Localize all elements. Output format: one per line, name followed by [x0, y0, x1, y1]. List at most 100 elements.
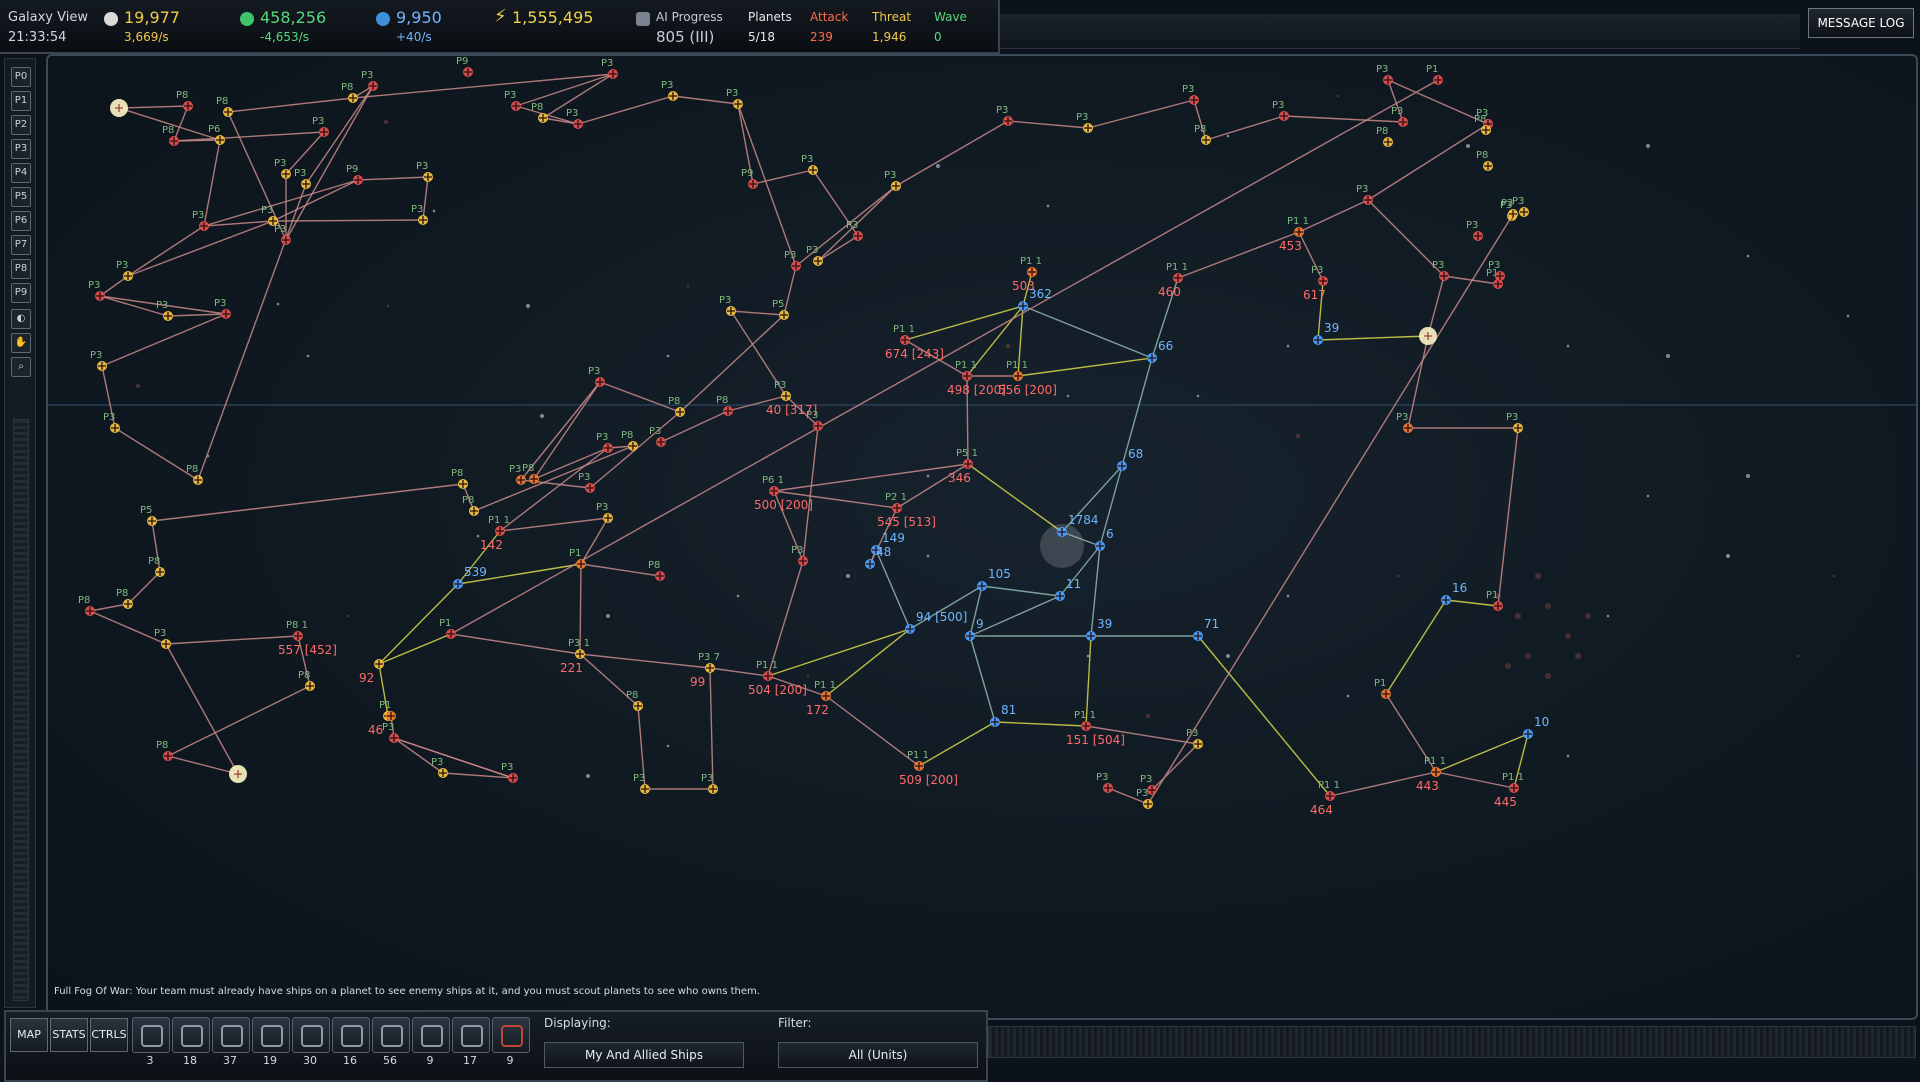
- ship-type-7-button[interactable]: [372, 1017, 410, 1053]
- ctrls-button[interactable]: CTRLS: [90, 1018, 128, 1052]
- planet-node[interactable]: P9: [456, 56, 473, 77]
- planet-node[interactable]: P9: [741, 168, 758, 189]
- planet-node[interactable]: P8: [156, 740, 173, 761]
- player-p1-button[interactable]: P1: [11, 91, 31, 111]
- planet-node[interactable]: P3: [411, 204, 428, 225]
- planet-node[interactable]: P1 1 142: [480, 515, 510, 552]
- ship-type-6-button[interactable]: [332, 1017, 370, 1053]
- planet-node[interactable]: P1 1 464: [1310, 780, 1340, 817]
- planet-node[interactable]: P5: [140, 505, 157, 526]
- planet-node[interactable]: P3: [88, 280, 105, 301]
- planet-node[interactable]: [110, 99, 128, 117]
- planet-node[interactable]: P3: [312, 116, 329, 137]
- ship-type-4-button[interactable]: [252, 1017, 290, 1053]
- stats-button[interactable]: STATS: [50, 1018, 88, 1052]
- planet-node[interactable]: P1: [439, 618, 456, 639]
- planet-node[interactable]: P3: [719, 295, 736, 316]
- planet-node[interactable]: P8 1 557 [452]: [278, 620, 337, 657]
- planet-node[interactable]: P3: [596, 502, 613, 523]
- ship-type-8-button[interactable]: [412, 1017, 450, 1053]
- planet-node[interactable]: P3: [1376, 64, 1393, 85]
- planet-node[interactable]: 66: [1147, 339, 1173, 363]
- planet-node[interactable]: P1 1 151 [504]: [1066, 710, 1125, 747]
- message-log-button[interactable]: MESSAGE LOG: [1808, 8, 1914, 38]
- planet-node[interactable]: P8: [298, 670, 315, 691]
- planet-node[interactable]: P3: [726, 88, 743, 109]
- ship-type-3-button[interactable]: [212, 1017, 250, 1053]
- planet-node[interactable]: P3: [596, 432, 613, 453]
- planet-node[interactable]: P9: [346, 164, 363, 185]
- planet-node[interactable]: P3: [361, 70, 378, 91]
- galaxy-map-svg[interactable]: P8P8P8P6P3P3P3P8P3P9P3 P3P9 P3P3P3P3P3 P3P3…: [48, 56, 1916, 1018]
- planet-node[interactable]: P6 1 500 [200]: [754, 475, 813, 512]
- planet-node[interactable]: P3: [1466, 220, 1483, 241]
- planet-node[interactable]: 539: [453, 565, 487, 589]
- player-p4-button[interactable]: P4: [11, 163, 31, 183]
- planet-node[interactable]: P3: [90, 350, 107, 371]
- planet-node[interactable]: 11: [1055, 577, 1081, 601]
- planet-node[interactable]: P3: [784, 250, 801, 271]
- planet-node[interactable]: P3: [588, 366, 605, 387]
- planet-node[interactable]: P8: [716, 395, 733, 416]
- player-p8-button[interactable]: P8: [11, 259, 31, 279]
- planet-node[interactable]: P3: [1272, 100, 1289, 121]
- planet-node[interactable]: P3: [601, 58, 618, 79]
- planet-node[interactable]: 10: [1523, 715, 1549, 739]
- planet-node[interactable]: P8: [451, 468, 468, 489]
- planet-node[interactable]: P3: [274, 158, 291, 179]
- galaxy-map[interactable]: P8 P8 P8 P6 P3 P3 P3 P8 P3 P9 P3 P3 P9 P3 P3 P3 P3 P3 P3 P3…: [46, 54, 1918, 1020]
- player-p2-button[interactable]: P2: [11, 115, 31, 135]
- planet-node[interactable]: P8: [216, 96, 233, 117]
- planet-node[interactable]: P3: [116, 260, 133, 281]
- player-p3-button[interactable]: P3: [11, 139, 31, 159]
- waypoint-icon[interactable]: ◐: [11, 309, 31, 329]
- planet-node[interactable]: P1 1 172: [806, 680, 836, 717]
- planet-node[interactable]: P3 7 99: [690, 652, 720, 689]
- planet-node[interactable]: 39: [1313, 321, 1339, 345]
- planet-node[interactable]: P1: [1486, 590, 1503, 611]
- planet-node[interactable]: P8: [462, 495, 479, 516]
- planet-node[interactable]: P3: [1391, 106, 1408, 127]
- planet-node[interactable]: 68: [1117, 447, 1143, 471]
- planet-node[interactable]: P1 1 443: [1416, 756, 1446, 793]
- ship-type-10-button[interactable]: [492, 1017, 530, 1053]
- planet-node[interactable]: P8: [176, 90, 193, 111]
- player-p5-button[interactable]: P5: [11, 187, 31, 207]
- planet-node[interactable]: P3: [382, 722, 399, 743]
- planet-node[interactable]: P8: [1476, 150, 1493, 171]
- planet-node[interactable]: 71: [1193, 617, 1219, 641]
- planet-node[interactable]: P8: [78, 595, 95, 616]
- planet-node[interactable]: P3: [578, 472, 595, 493]
- scroll-track[interactable]: [13, 419, 29, 1001]
- planet-node[interactable]: P3: [884, 170, 901, 191]
- planet-node[interactable]: P3: [431, 757, 448, 778]
- hand-icon[interactable]: ✋: [11, 333, 31, 353]
- planet-node[interactable]: P3: [649, 426, 666, 447]
- displaying-select[interactable]: My And Allied Ships: [544, 1042, 744, 1068]
- planet-node[interactable]: P3: [103, 412, 120, 433]
- planet-node[interactable]: P3: [846, 220, 863, 241]
- planet-node[interactable]: P3: [504, 90, 521, 111]
- planet-node[interactable]: P8: [626, 690, 643, 711]
- planet-node[interactable]: P8: [1194, 124, 1211, 145]
- planet-node[interactable]: P3: [1186, 728, 1203, 749]
- planet-node[interactable]: P3: [633, 773, 650, 794]
- planet-node[interactable]: P6: [208, 124, 225, 145]
- planet-node[interactable]: P3: [1076, 112, 1093, 133]
- planet-node[interactable]: P3: [1506, 412, 1523, 433]
- planet-node[interactable]: P3: [214, 298, 231, 319]
- planet-node[interactable]: P3 617: [1303, 265, 1328, 302]
- planet-node[interactable]: P2 1 545 [513]: [877, 492, 936, 529]
- planet-node[interactable]: P8: [648, 560, 665, 581]
- planet-node[interactable]: P3: [566, 108, 583, 129]
- ship-type-1-button[interactable]: [132, 1017, 170, 1053]
- ship-type-5-button[interactable]: [292, 1017, 330, 1053]
- planet-node[interactable]: P8: [148, 556, 165, 577]
- planet-node[interactable]: P3: [806, 410, 823, 431]
- planet-node[interactable]: P3: [416, 161, 433, 182]
- magnifier-icon[interactable]: ⌕: [11, 357, 31, 377]
- planet-node[interactable]: P1 1 460: [1158, 262, 1188, 299]
- planet-node[interactable]: P3: [501, 762, 518, 783]
- planet-node[interactable]: P3: [661, 80, 678, 101]
- planet-node[interactable]: 48: [865, 545, 891, 569]
